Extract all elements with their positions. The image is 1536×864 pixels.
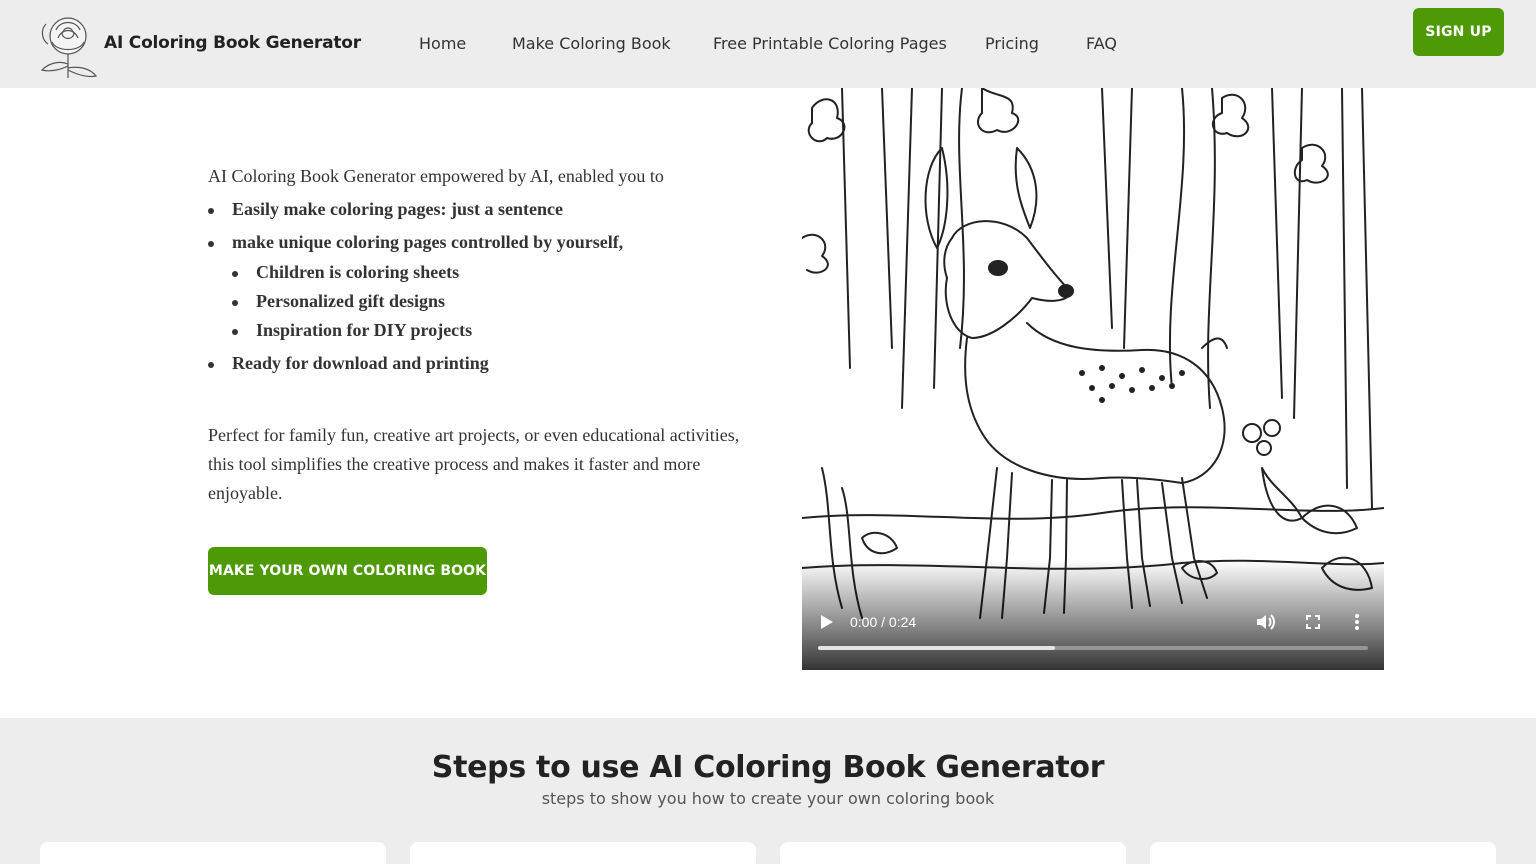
video-buffered-bar	[818, 646, 1055, 650]
brand-name[interactable]: AI Coloring Book Generator	[104, 33, 361, 53]
step-card	[410, 842, 756, 864]
site-header: AI Coloring Book Generator Home Make Col…	[0, 0, 1536, 88]
bullet-icon	[232, 300, 238, 306]
video-time: 0:00 / 0:24	[850, 614, 917, 630]
sub-feature-item: Personalized gift designs	[256, 291, 445, 311]
nav-faq[interactable]: FAQ	[1086, 34, 1117, 53]
feature-item: Easily make coloring pages: just a sente…	[232, 199, 563, 219]
bullet-icon	[208, 362, 214, 368]
step-card	[1150, 842, 1496, 864]
fullscreen-icon[interactable]	[1303, 612, 1323, 632]
sub-feature-item: Inspiration for DIY projects	[256, 320, 473, 340]
steps-subtitle: steps to show you how to create your own…	[541, 789, 995, 808]
nav-make-coloring-book[interactable]: Make Coloring Book	[512, 34, 671, 53]
feature-item: Ready for download and printing	[232, 353, 489, 373]
step-card	[40, 842, 386, 864]
nav-pricing[interactable]: Pricing	[985, 34, 1039, 53]
bullet-icon	[232, 329, 238, 335]
nav-free-printable-coloring-pages[interactable]: Free Printable Coloring Pages	[713, 34, 947, 53]
video-progress-track[interactable]	[818, 646, 1368, 650]
demo-video-player[interactable]: 0:00 / 0:24	[802, 88, 1384, 670]
rose-logo-icon[interactable]	[34, 10, 104, 80]
sign-up-button[interactable]: SIGN UP	[1413, 8, 1504, 56]
make-coloring-book-button[interactable]: MAKE YOUR OWN COLORING BOOK	[208, 547, 487, 595]
steps-title: Steps to use AI Coloring Book Generator	[431, 750, 1105, 785]
bullet-icon	[232, 271, 238, 277]
bullet-icon	[208, 241, 214, 247]
more-options-icon[interactable]	[1350, 611, 1364, 633]
hero-description: Perfect for family fun, creative art pro…	[208, 425, 740, 503]
hero-intro: AI Coloring Book Generator empowered by …	[208, 166, 664, 186]
step-card	[780, 842, 1126, 864]
feature-item: make unique coloring pages controlled by…	[232, 232, 624, 252]
play-icon[interactable]	[818, 612, 836, 632]
volume-icon[interactable]	[1254, 611, 1276, 633]
nav-home[interactable]: Home	[419, 34, 466, 53]
steps-section: Steps to use AI Coloring Book Generator …	[0, 718, 1536, 864]
sub-feature-item: Children is coloring sheets	[256, 262, 460, 282]
bullet-icon	[208, 208, 214, 214]
